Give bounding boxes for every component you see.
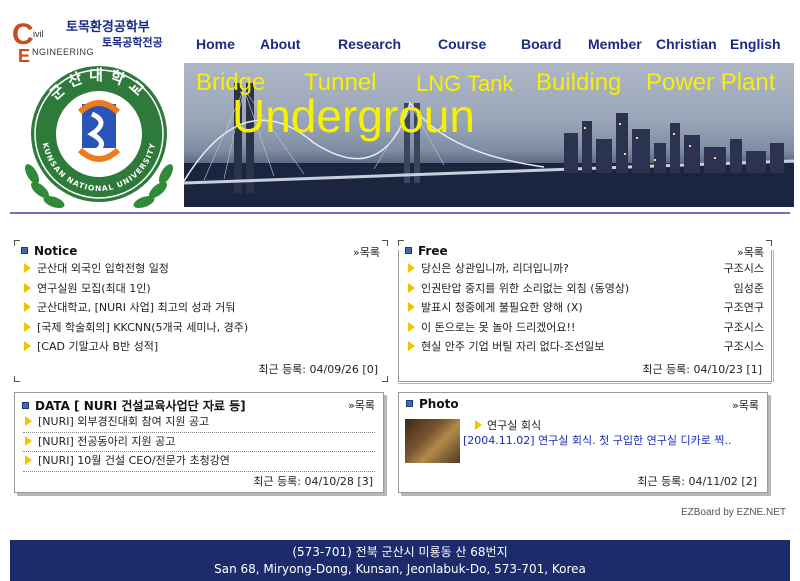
arrow-icon <box>408 321 415 332</box>
banner-word-building: Building <box>536 69 622 96</box>
site-footer: (573-701) 전북 군산시 미룡동 산 68번지 San 68, Miry… <box>10 540 790 581</box>
arrow-icon <box>475 420 482 430</box>
nav-course[interactable]: Course <box>438 36 486 52</box>
notice-item[interactable]: 연구실원 모집(최대 1인) <box>22 280 380 300</box>
free-board: Free »목록 당신은 상관입니까, 리더입니까? 구조시스 인권탄압 중지를 … <box>398 240 772 382</box>
ezboard-credit[interactable]: EZBoard by EZNE.NET <box>681 507 786 518</box>
free-item[interactable]: 인권탄압 중지를 위한 소리없는 외침 (동영상) 임성준 <box>406 280 764 300</box>
arrow-icon <box>408 302 415 312</box>
university-emblem-icon: 군산대학교 KUNSAN NATIONAL UNIVERSITY <box>25 66 173 209</box>
banner-word-power-plant: Power Plant <box>646 69 776 96</box>
header-divider <box>10 212 790 214</box>
arrow-icon <box>24 263 31 273</box>
nav-christian[interactable]: Christian <box>656 36 717 52</box>
arrow-icon <box>408 341 415 351</box>
data-recent: 최근 등록: 04/10/28 [3] <box>253 475 373 488</box>
square-icon <box>405 247 412 254</box>
footer-address-english: San 68, Miryong-Dong, Kunsan, Jeonlabuk-… <box>214 562 586 576</box>
arrow-icon <box>408 263 415 273</box>
notice-more-link[interactable]: »목록 <box>353 244 380 260</box>
data-item[interactable]: [NURI] 외부경진대회 참여 지원 공고 <box>23 413 375 433</box>
logo-area: C ivil E NGINEERING 토목환경공학부 토목공학전공 군산대학교… <box>6 6 182 211</box>
notice-item[interactable]: 군산대 외국인 입학전형 일정 <box>22 260 380 280</box>
nav-about[interactable]: About <box>260 36 300 52</box>
free-item[interactable]: 현실 안주 기업 버틸 자리 없다-조선일보 구조시스 <box>406 338 764 358</box>
arrow-icon <box>24 321 31 332</box>
data-item[interactable]: [NURI] 전공동아리 지원 공고 <box>23 433 375 452</box>
photo-board: Photo »목록 연구실 회식 [2004.11.02] 연구실 회식. 첫 … <box>398 392 768 493</box>
data-more-link[interactable]: »목록 <box>348 397 375 413</box>
notice-recent: 최근 등록: 04/09/26 [0] <box>258 363 378 376</box>
free-item[interactable]: 이 돈으로는 못 놀아 드리겠어요!! 구조시스 <box>406 319 764 339</box>
photo-item-description[interactable]: [2004.11.02] 연구실 회식. 첫 구입한 연구실 디카로 찍.. <box>463 433 753 448</box>
free-recent: 최근 등록: 04/10/23 [1] <box>642 363 762 376</box>
post-author: 임성준 <box>733 281 764 295</box>
nav-member[interactable]: Member <box>588 36 642 52</box>
arrow-icon <box>408 282 415 293</box>
arrow-icon <box>24 302 31 312</box>
footer-address-korean: (573-701) 전북 군산시 미룡동 산 68번지 <box>292 545 508 559</box>
data-title: DATA [ NURI 건설교육사업단 자료 등] <box>22 397 246 414</box>
free-item[interactable]: 발표시 청중에게 불필요한 양해 (X) 구조연구 <box>406 299 764 319</box>
data-item[interactable]: [NURI] 10월 건설 CEO/전문가 초청강연 <box>23 452 375 472</box>
main-navigation: Home About Research Course Board Member … <box>190 36 800 56</box>
free-title: Free <box>405 244 448 258</box>
data-board: DATA [ NURI 건설교육사업단 자료 등] »목록 [NURI] 외부경… <box>14 392 384 493</box>
free-more-link[interactable]: »목록 <box>737 244 764 260</box>
arrow-icon <box>24 341 31 351</box>
square-icon <box>22 402 29 409</box>
nav-research[interactable]: Research <box>338 36 401 52</box>
arrow-icon <box>25 455 32 465</box>
post-author: 구조시스 <box>723 320 764 334</box>
post-author: 구조시스 <box>723 262 764 275</box>
arrow-icon <box>25 416 32 426</box>
square-icon <box>21 247 28 254</box>
notice-item[interactable]: 군산대학교, [NURI 사업] 최고의 성과 거둬 <box>22 299 380 319</box>
nav-board[interactable]: Board <box>521 36 561 52</box>
square-icon <box>406 400 413 407</box>
photo-more-link[interactable]: »목록 <box>732 397 759 413</box>
notice-item[interactable]: [국제 학술회의] KKCNN(5개국 세미나, 경주) <box>22 319 380 339</box>
free-item[interactable]: 당신은 상관입니까, 리더입니까? 구조시스 <box>406 260 764 280</box>
photo-thumbnail[interactable] <box>405 419 460 463</box>
header-banner: Bridge Tunnel LNG Tank Building Power Pl… <box>184 63 794 207</box>
post-author: 구조연구 <box>723 301 764 314</box>
department-name: 토목환경공학부 <box>66 20 150 35</box>
photo-item-title[interactable]: 연구실 회식 <box>475 417 541 433</box>
notice-item[interactable]: [CAD 기말고사 B반 성적] <box>22 338 380 358</box>
nav-home[interactable]: Home <box>196 36 235 52</box>
arrow-icon <box>24 282 31 293</box>
major-name: 토목공학전공 <box>102 36 163 49</box>
banner-word-underground: Undergroun <box>232 90 475 142</box>
post-author: 구조시스 <box>723 340 764 353</box>
nav-english[interactable]: English <box>730 36 781 52</box>
photo-recent: 최근 등록: 04/11/02 [2] <box>637 475 757 488</box>
logo-text-ngineering: NGINEERING <box>32 47 95 57</box>
notice-board: Notice »목록 군산대 외국인 입학전형 일정 연구실원 모집(최대 1인… <box>14 240 388 382</box>
arrow-icon <box>25 435 32 446</box>
notice-title: Notice <box>21 244 77 258</box>
logo-text-ivil: ivil <box>33 29 44 39</box>
photo-title: Photo <box>406 397 459 411</box>
